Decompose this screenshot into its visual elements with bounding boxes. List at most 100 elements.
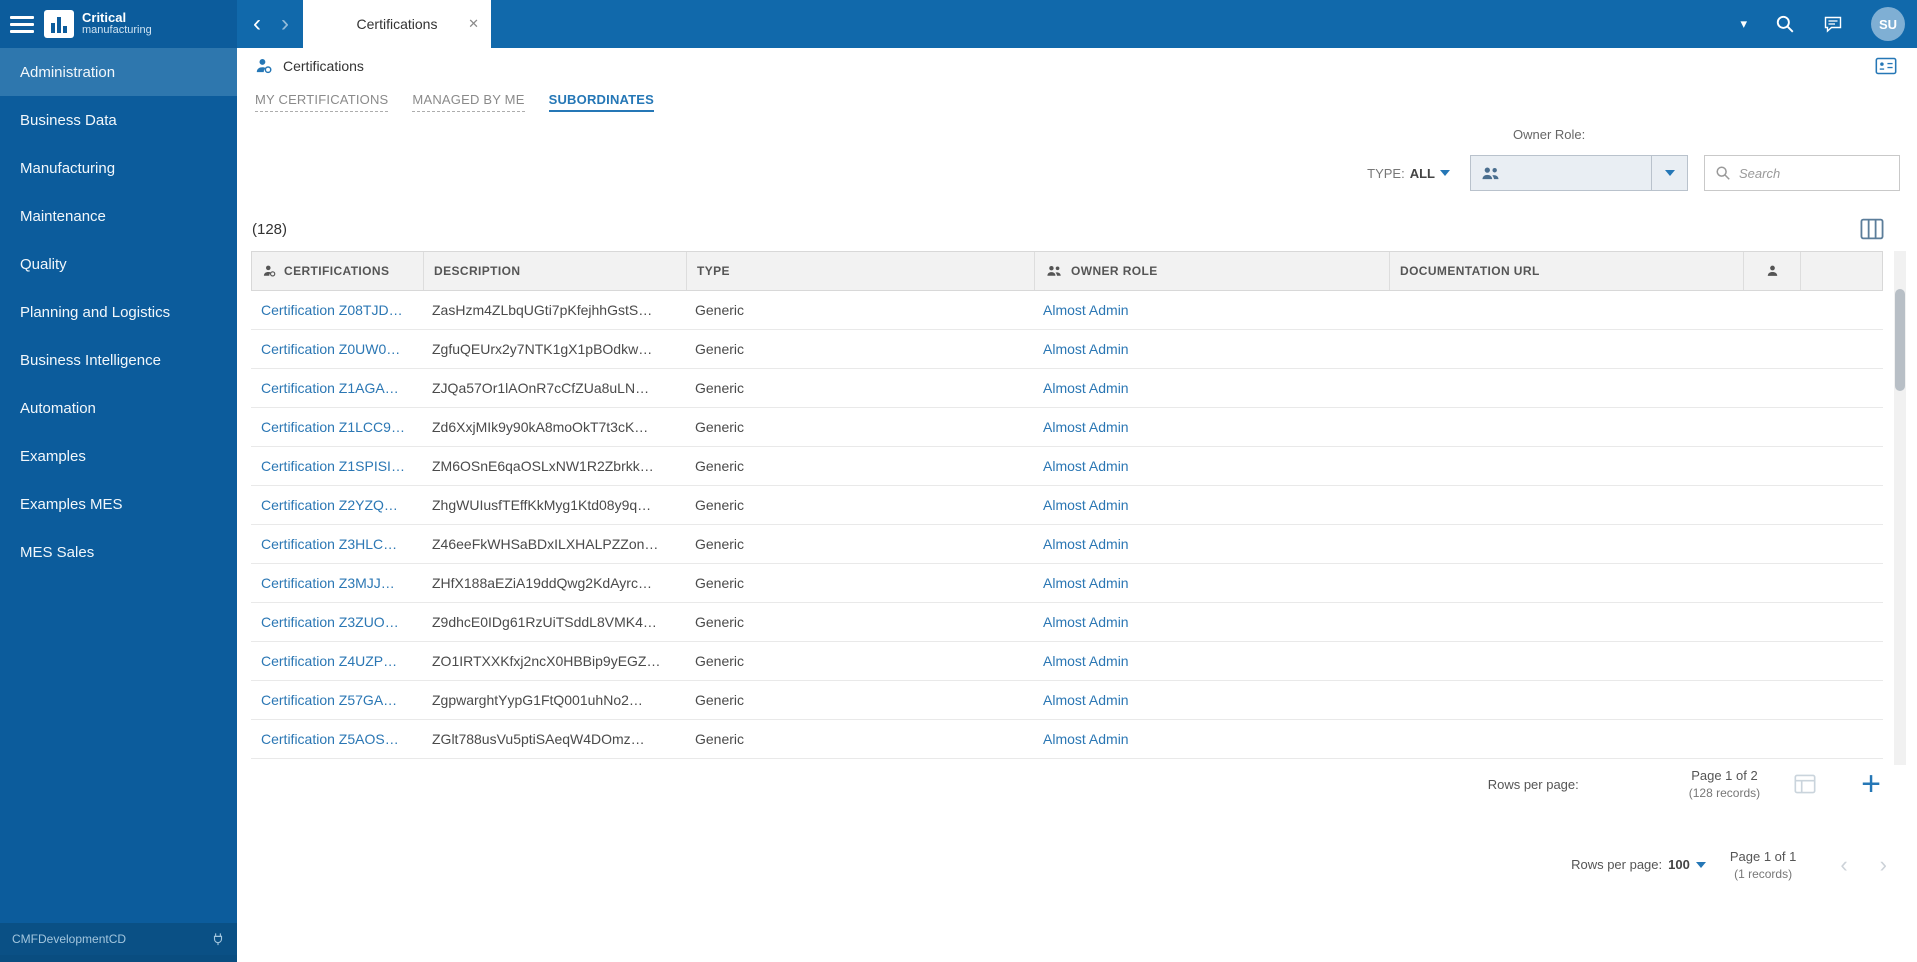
spacer-cell — [1799, 408, 1883, 446]
owner-role-link[interactable]: Almost Admin — [1043, 653, 1129, 669]
owner-role-link[interactable]: Almost Admin — [1043, 302, 1129, 318]
sidebar-item[interactable]: Manufacturing — [0, 144, 237, 192]
sidebar-item[interactable]: Quality — [0, 240, 237, 288]
page-tab[interactable]: MANAGED BY ME — [412, 92, 525, 112]
certification-link[interactable]: Certification Z1LCC9… — [261, 419, 405, 435]
table-row[interactable]: Certification Z4UZP… ZO1IRTXXKfxj2ncX0HB… — [251, 642, 1883, 681]
certification-link[interactable]: Certification Z08TJD… — [261, 302, 403, 318]
scrollbar-thumb[interactable] — [1895, 289, 1905, 391]
type-cell: Generic — [695, 692, 745, 708]
sidebar-item-label: Planning and Logistics — [20, 303, 171, 321]
column-header-user[interactable] — [1743, 252, 1800, 290]
sidebar-item[interactable]: Business Intelligence — [0, 336, 237, 384]
user-avatar[interactable]: SU — [1871, 7, 1905, 41]
table-row[interactable]: Certification Z3ZUO… Z9dhcE0IDg61RzUiTSd… — [251, 603, 1883, 642]
sidebar-nav: Administration Business Data Manufacturi… — [0, 48, 237, 576]
history-forward-icon[interactable]: › — [281, 12, 289, 36]
owner-role-link[interactable]: Almost Admin — [1043, 731, 1129, 747]
history-back-icon[interactable]: ‹ — [253, 12, 261, 36]
type-filter-dropdown[interactable]: TYPE: ALL — [1367, 166, 1450, 181]
owner-role-link[interactable]: Almost Admin — [1043, 536, 1129, 552]
rows-per-page-selector[interactable]: Rows per page: 100 — [1571, 857, 1706, 872]
page-tab[interactable]: SUBORDINATES — [548, 92, 655, 112]
owner-role-link[interactable]: Almost Admin — [1043, 692, 1129, 708]
sidebar-item[interactable]: Maintenance — [0, 192, 237, 240]
owner-role-link[interactable]: Almost Admin — [1043, 341, 1129, 357]
global-search-icon[interactable] — [1775, 14, 1795, 34]
documentation-url-cell — [1388, 408, 1742, 446]
owner-role-link[interactable]: Almost Admin — [1043, 614, 1129, 630]
column-header-owner-role[interactable]: OWNER ROLE — [1034, 252, 1389, 290]
certification-link[interactable]: Certification Z1AGA… — [261, 380, 399, 396]
table-row[interactable]: Certification Z5AOS… ZGlt788usVu5ptiSAeq… — [251, 720, 1883, 759]
next-page-icon[interactable]: › — [1876, 853, 1891, 876]
certification-link[interactable]: Certification Z2YZQ… — [261, 497, 398, 513]
owner-role-link[interactable]: Almost Admin — [1043, 419, 1129, 435]
description-cell: ZgpwarghtYypG1FtQ001uhNo2… — [432, 692, 643, 708]
table-row[interactable]: Certification Z08TJD… ZasHzm4ZLbqUGti7pK… — [251, 291, 1883, 330]
certification-link[interactable]: Certification Z0UW0… — [261, 341, 400, 357]
user-cell — [1742, 681, 1799, 719]
table-row[interactable]: Certification Z1LCC9… Zd6XxjMIk9y90kA8mo… — [251, 408, 1883, 447]
page-title: Certifications — [283, 58, 364, 74]
table-row[interactable]: Certification Z57GA… ZgpwarghtYypG1FtQ00… — [251, 681, 1883, 720]
table-row[interactable]: Certification Z3HLC… Z46eeFkWHSaBDxILXHA… — [251, 525, 1883, 564]
table-pagination: Rows per page: Page 1 of 2 (128 records)… — [251, 762, 1883, 806]
previous-page-icon[interactable]: ‹ — [1836, 853, 1851, 876]
tab-close-icon[interactable]: ✕ — [468, 16, 479, 32]
column-header-documentation-url[interactable]: DOCUMENTATION URL — [1389, 252, 1743, 290]
feedback-chat-icon[interactable] — [1823, 14, 1843, 34]
owner-role-link[interactable]: Almost Admin — [1043, 575, 1129, 591]
certification-link[interactable]: Certification Z3MJJ… — [261, 575, 395, 591]
owner-role-link[interactable]: Almost Admin — [1043, 380, 1129, 396]
table-header-row: CERTIFICATIONS DESCRIPTION TYPE OWNER RO… — [251, 251, 1883, 291]
page-tab[interactable]: MY CERTIFICATIONS — [255, 92, 389, 112]
people-icon — [1481, 165, 1501, 182]
owner-role-picker[interactable] — [1470, 155, 1688, 191]
certification-link[interactable]: Certification Z3ZUO… — [261, 614, 399, 630]
certification-link[interactable]: Certification Z5AOS… — [261, 731, 399, 747]
topbar-menu-caret-icon[interactable]: ▾ — [1740, 16, 1747, 32]
sidebar-item[interactable]: MES Sales — [0, 528, 237, 576]
sidebar-item-label: Examples — [20, 447, 86, 465]
spacer-cell — [1799, 369, 1883, 407]
table-row[interactable]: Certification Z0UW0… ZgfuQEUrx2y7NTK1gX1… — [251, 330, 1883, 369]
owner-role-link[interactable]: Almost Admin — [1043, 458, 1129, 474]
export-grid-icon[interactable] — [1794, 774, 1816, 794]
outer-pagination: Rows per page: 100 Page 1 of 1 (1 record… — [1571, 848, 1891, 882]
record-count: (128) — [252, 221, 288, 238]
hamburger-menu-icon[interactable] — [10, 15, 34, 33]
sidebar-item[interactable]: Examples MES — [0, 480, 237, 528]
sidebar-item[interactable]: Examples — [0, 432, 237, 480]
details-panel-toggle-icon[interactable] — [1875, 57, 1897, 75]
add-certification-button[interactable]: + — [1861, 767, 1881, 801]
certification-link[interactable]: Certification Z4UZP… — [261, 653, 397, 669]
table-row[interactable]: Certification Z2YZQ… ZhgWUIusfTEffKkMyg1… — [251, 486, 1883, 525]
sidebar-item[interactable]: Automation — [0, 384, 237, 432]
table-row[interactable]: Certification Z1AGA… ZJQa57Or1lAOnR7cCfZ… — [251, 369, 1883, 408]
sidebar-item[interactable]: Business Data — [0, 96, 237, 144]
table-row[interactable]: Certification Z3MJJ… ZHfX188aEZiA19ddQwg… — [251, 564, 1883, 603]
search-input[interactable] — [1739, 165, 1889, 181]
description-cell: ZHfX188aEZiA19ddQwg2KdAyrc… — [432, 575, 652, 591]
column-header-description[interactable]: DESCRIPTION — [423, 252, 686, 290]
table-scrollbar[interactable] — [1894, 251, 1906, 765]
type-cell: Generic — [695, 731, 745, 747]
column-chooser-icon[interactable] — [1860, 218, 1884, 240]
certification-link[interactable]: Certification Z57GA… — [261, 692, 397, 708]
table-row[interactable]: Certification Z1SPISI… ZM6OSnE6qaOSLxNW1… — [251, 447, 1883, 486]
open-document-tab[interactable]: Certifications ✕ — [303, 0, 491, 48]
sidebar-item[interactable]: Administration — [0, 48, 237, 96]
certification-link[interactable]: Certification Z3HLC… — [261, 536, 397, 552]
user-cell — [1742, 369, 1799, 407]
owner-role-dropdown-button[interactable] — [1651, 156, 1687, 190]
rows-per-page-value: 100 — [1668, 857, 1690, 873]
documentation-url-cell — [1388, 330, 1742, 368]
certification-link[interactable]: Certification Z1SPISI… — [261, 458, 405, 474]
sidebar-item[interactable]: Planning and Logistics — [0, 288, 237, 336]
type-cell: Generic — [695, 380, 745, 396]
environment-label: CMFDevelopmentCD — [12, 932, 127, 946]
column-header-certifications[interactable]: CERTIFICATIONS — [252, 252, 423, 290]
owner-role-link[interactable]: Almost Admin — [1043, 497, 1129, 513]
column-header-type[interactable]: TYPE — [686, 252, 1034, 290]
